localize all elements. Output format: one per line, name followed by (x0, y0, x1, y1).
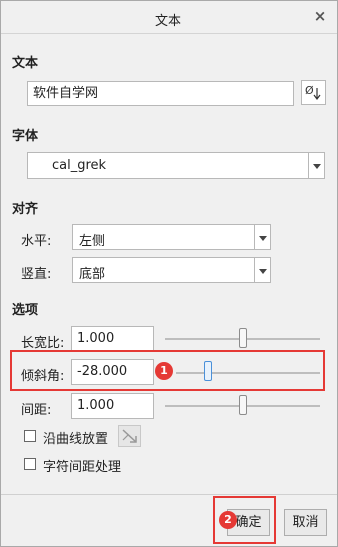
vertical-dropdown[interactable]: 底部 (72, 257, 271, 283)
slant-slider-thumb[interactable] (204, 361, 212, 381)
horizontal-dropdown-value: 左侧 (79, 234, 106, 249)
footer-divider (1, 494, 337, 495)
font-section-heading: 字体 (12, 129, 39, 144)
slant-slider-track[interactable] (176, 372, 320, 374)
aspect-input[interactable]: 1.000 (71, 326, 154, 352)
close-icon[interactable]: × (312, 8, 328, 24)
aspect-label: 长宽比: (21, 336, 65, 351)
cancel-button[interactable]: 取消 (284, 509, 327, 536)
font-dropdown-value: cal_grek (52, 158, 107, 173)
vertical-dropdown-value: 底部 (79, 267, 106, 282)
aspect-slider-thumb[interactable] (239, 328, 247, 348)
step-badge-1: 1 (155, 362, 173, 380)
slant-label: 倾斜角: (21, 369, 65, 384)
chevron-down-icon (254, 225, 270, 249)
text-input[interactable]: 软件自学网 (27, 81, 294, 106)
options-section-heading: 选项 (12, 303, 39, 318)
spacing-slider-thumb[interactable] (239, 395, 247, 415)
vertical-label: 竖直: (21, 267, 52, 282)
insert-symbol-icon: Ø (305, 84, 321, 100)
insert-symbol-button[interactable]: Ø (301, 80, 326, 105)
char-spacing-label: 字符间距处理 (43, 460, 122, 475)
dialog-title: 文本 (154, 14, 181, 29)
step-badge-2: 2 (219, 511, 237, 529)
spacing-input[interactable]: 1.000 (71, 393, 154, 419)
curve-direction-icon (122, 429, 137, 443)
font-dropdown[interactable]: cal_grek (27, 152, 325, 179)
horizontal-dropdown[interactable]: 左侧 (72, 224, 271, 250)
svg-text:Ø: Ø (305, 84, 314, 97)
align-section-heading: 对齐 (12, 202, 39, 217)
spacing-label: 间距: (21, 403, 52, 418)
text-section-heading: 文本 (12, 56, 39, 71)
char-spacing-checkbox[interactable] (24, 458, 36, 470)
chevron-down-icon (254, 258, 270, 282)
along-curve-label: 沿曲线放置 (43, 432, 109, 447)
along-curve-checkbox[interactable] (24, 430, 36, 442)
curve-reference-button[interactable] (118, 425, 141, 447)
horizontal-label: 水平: (21, 234, 52, 249)
slant-input[interactable]: -28.000 (71, 359, 154, 385)
chevron-down-icon (308, 153, 324, 178)
